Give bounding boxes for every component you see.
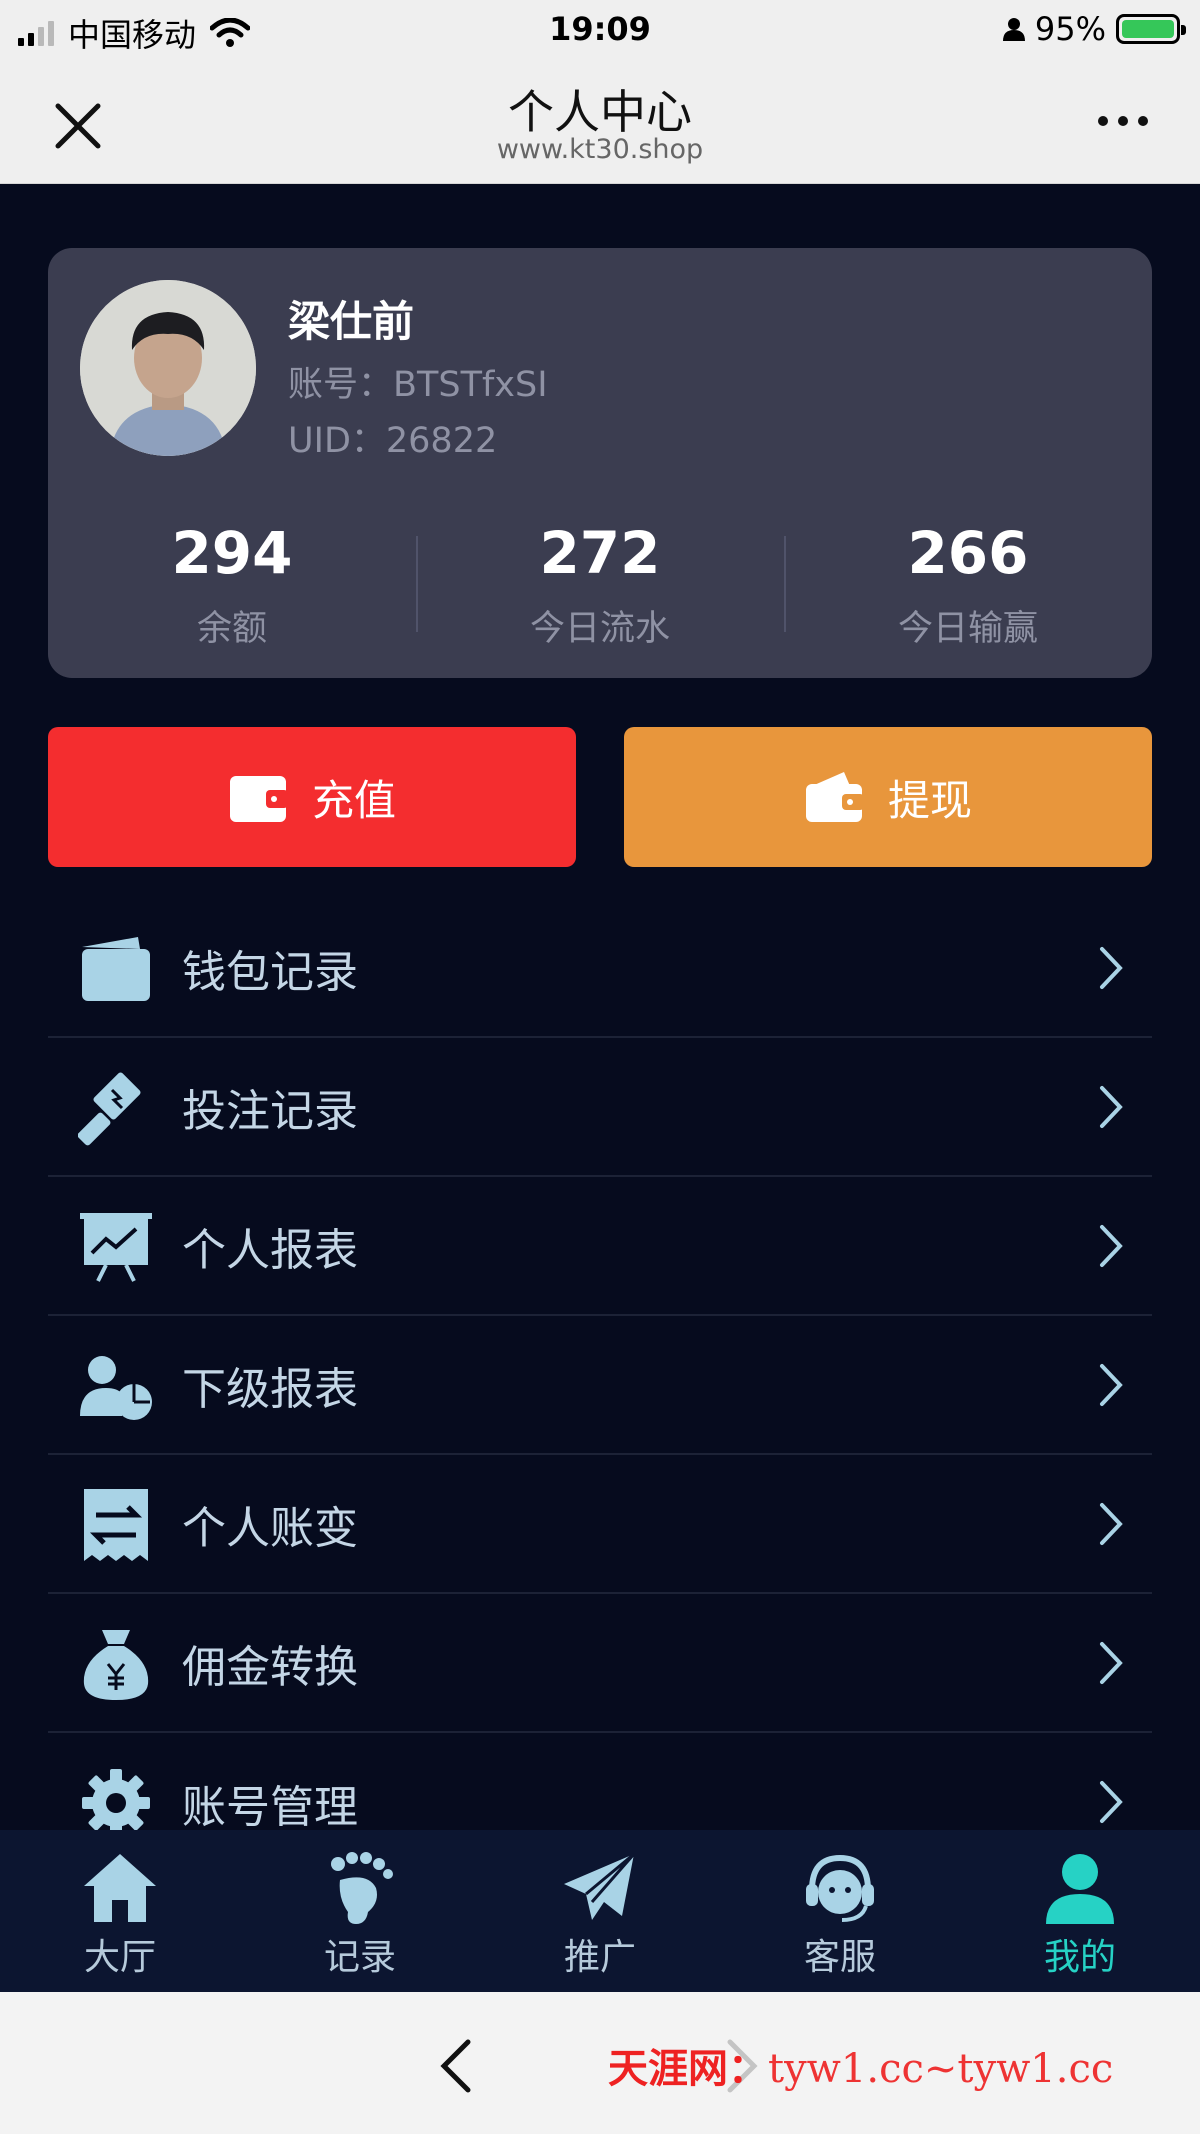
menu-label: 个人报表 bbox=[182, 1224, 358, 1276]
wallet-icon bbox=[229, 776, 288, 822]
menu-item-wallet-records[interactable]: 钱包记录 bbox=[48, 899, 1152, 1038]
user-pie-icon bbox=[80, 1356, 152, 1420]
menu-label: 钱包记录 bbox=[182, 946, 358, 998]
tab-bar: 大厅 记录 推广 客服 我的 bbox=[0, 1830, 1200, 1992]
tab-label: 大厅 bbox=[83, 1937, 156, 1978]
status-right: 95% bbox=[1002, 10, 1186, 48]
page-url: www.kt30.shop bbox=[496, 134, 704, 165]
stat-value: 272 bbox=[539, 519, 661, 587]
menu-label: 下级报表 bbox=[182, 1363, 358, 1415]
headset-icon bbox=[806, 1854, 874, 1922]
menu-item-account-changes[interactable]: 个人账变 bbox=[48, 1455, 1152, 1594]
more-icon[interactable] bbox=[1098, 116, 1148, 126]
person-icon bbox=[1002, 18, 1025, 41]
withdraw-label: 提现 bbox=[887, 775, 972, 825]
menu-item-personal-report[interactable]: 个人报表 bbox=[48, 1177, 1152, 1316]
stat-win-loss: 266 今日输赢 bbox=[784, 518, 1152, 649]
withdraw-button[interactable]: 提现 bbox=[624, 727, 1152, 867]
gavel-icon bbox=[78, 1072, 141, 1146]
chevron-right-icon bbox=[1100, 1781, 1123, 1823]
user-uid: UID：26822 bbox=[288, 421, 498, 461]
paper-plane-icon bbox=[564, 1852, 636, 1920]
chevron-right-icon bbox=[1100, 1503, 1123, 1545]
chevron-right-icon bbox=[1100, 1642, 1123, 1684]
recharge-button[interactable]: 充值 bbox=[48, 727, 576, 867]
watermark-site: 天涯网： bbox=[608, 2045, 768, 2092]
chevron-right-icon bbox=[1100, 1364, 1123, 1406]
chevron-right-icon bbox=[1100, 1225, 1123, 1267]
nav-bar: 个人中心 www.kt30.shop bbox=[0, 60, 1200, 184]
page-title: 个人中心 bbox=[508, 85, 692, 139]
user-icon bbox=[1046, 1854, 1114, 1924]
stat-value: 294 bbox=[171, 519, 293, 587]
watermark-url: tyw1.cc~tyw1.cc bbox=[768, 2046, 1114, 2092]
tab-label: 推广 bbox=[563, 1937, 636, 1978]
account-id: 账号：BTSTfxSI bbox=[288, 365, 548, 405]
money-bag-icon bbox=[83, 1630, 149, 1700]
stat-label: 今日流水 bbox=[529, 609, 670, 649]
menu-label: 投注记录 bbox=[182, 1085, 358, 1137]
tab-lobby[interactable]: 大厅 bbox=[0, 1830, 240, 1992]
home-icon bbox=[84, 1854, 156, 1922]
avatar[interactable] bbox=[80, 280, 256, 456]
tab-label: 我的 bbox=[1043, 1937, 1116, 1978]
chevron-right-icon bbox=[1100, 1086, 1123, 1128]
back-arrow-icon[interactable] bbox=[436, 2036, 476, 2096]
profile-card: 梁仕前 账号：BTSTfxSI UID：26822 294 余额 272 今日流… bbox=[48, 248, 1152, 678]
tab-mine[interactable]: 我的 bbox=[960, 1830, 1200, 1992]
receipt-exchange-icon bbox=[84, 1489, 148, 1561]
stat-balance: 294 余额 bbox=[48, 518, 416, 649]
menu-label: 个人账变 bbox=[182, 1502, 358, 1554]
tab-promotion[interactable]: 推广 bbox=[480, 1830, 720, 1992]
browser-toolbar: 天涯网：tyw1.cc~tyw1.cc bbox=[0, 1992, 1200, 2134]
menu-label: 账号管理 bbox=[182, 1781, 358, 1833]
stat-label: 今日输赢 bbox=[897, 609, 1038, 649]
menu-item-commission-convert[interactable]: 佣金转换 bbox=[48, 1594, 1152, 1733]
menu-item-bet-records[interactable]: 投注记录 bbox=[48, 1038, 1152, 1177]
tab-records[interactable]: 记录 bbox=[240, 1830, 480, 1992]
menu-item-sub-report[interactable]: 下级报表 bbox=[48, 1316, 1152, 1455]
tab-label: 客服 bbox=[803, 1937, 876, 1978]
menu-list: 钱包记录 投注记录 个人报表 下级报表 个人账变 佣金转换 账号管理 bbox=[48, 899, 1152, 1872]
status-bar: 中国移动 19:09 95% bbox=[0, 0, 1200, 60]
footprint-icon bbox=[331, 1852, 393, 1924]
user-name: 梁仕前 bbox=[288, 297, 415, 346]
stat-turnover: 272 今日流水 bbox=[416, 518, 784, 649]
menu-label: 佣金转换 bbox=[182, 1641, 358, 1693]
watermark: 天涯网：tyw1.cc~tyw1.cc bbox=[608, 2036, 1113, 2094]
tab-customer-service[interactable]: 客服 bbox=[720, 1830, 960, 1992]
stat-value: 266 bbox=[907, 519, 1029, 587]
chevron-right-icon bbox=[1100, 947, 1123, 989]
battery-percent: 95% bbox=[1034, 10, 1106, 48]
chart-board-icon bbox=[80, 1213, 152, 1282]
stats-row: 294 余额 272 今日流水 266 今日输赢 bbox=[48, 518, 1152, 649]
wallet-open-icon bbox=[805, 772, 864, 822]
recharge-label: 充值 bbox=[311, 775, 396, 825]
battery-icon bbox=[1116, 14, 1186, 44]
stat-label: 余额 bbox=[196, 609, 267, 649]
tab-label: 记录 bbox=[323, 1937, 396, 1978]
wallet-icon bbox=[82, 937, 150, 1001]
